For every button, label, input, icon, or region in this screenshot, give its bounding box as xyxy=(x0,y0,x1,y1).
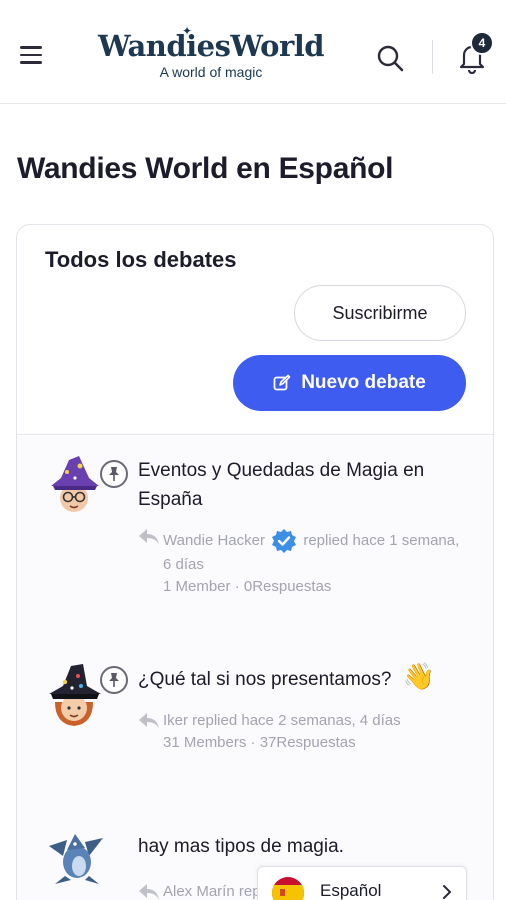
subscribe-button[interactable]: Suscribirme xyxy=(294,285,466,341)
wizard-dark-avatar[interactable] xyxy=(45,664,103,726)
new-discussion-button[interactable]: Nuevo debate xyxy=(233,355,466,411)
language-label: Español xyxy=(320,881,382,900)
new-discussion-label: Nuevo debate xyxy=(301,372,426,393)
replied-text: Iker replied hace 2 semanas, 4 días xyxy=(163,712,401,729)
reply-icon xyxy=(137,527,161,547)
spain-flag-icon xyxy=(272,877,304,900)
site-logo[interactable]: ✦ WandiesWorld A world of magic xyxy=(88,24,334,80)
reply-icon xyxy=(137,711,161,731)
wizard-purple-avatar[interactable] xyxy=(45,456,103,514)
discussion-counts: 31 Members · 37Respuestas xyxy=(163,734,356,751)
menu-icon[interactable] xyxy=(20,46,44,66)
discussions-card: Todos los debates Suscribirme Nuevo deba… xyxy=(16,224,494,900)
waving-hand-emoji: 👋 xyxy=(402,661,436,691)
language-selector[interactable]: Español xyxy=(257,866,467,900)
discussion-title[interactable]: Eventos y Quedadas de Magia en España xyxy=(138,456,468,514)
chevron-right-icon xyxy=(440,884,454,900)
pin-icon xyxy=(100,460,128,488)
author-name[interactable]: Wandie Hacker xyxy=(163,532,265,549)
edit-icon xyxy=(273,374,291,391)
discussion-list: Eventos y Quedadas de Magia en España Wa… xyxy=(17,436,493,900)
discussion-title-text: ¿Qué tal si nos presentamos? xyxy=(138,669,392,690)
verified-badge-icon xyxy=(272,529,297,553)
page-title: Wandies World en Español xyxy=(17,152,394,185)
logo-star-icon: ✦ xyxy=(182,24,193,38)
discussion-counts: 1 Member · 0Respuestas xyxy=(163,578,332,595)
discussion-title[interactable]: ¿Qué tal si nos presentamos? 👋 xyxy=(138,662,468,694)
dragon-avatar[interactable] xyxy=(45,826,103,884)
search-icon[interactable] xyxy=(376,44,404,72)
discussion-title[interactable]: hay mas tipos de magia. xyxy=(138,832,468,861)
discussion-meta: Wandie Hacker replied hace 1 semana, 6 d… xyxy=(163,528,463,598)
pin-icon xyxy=(100,666,128,694)
reply-icon xyxy=(137,882,161,900)
card-header: Todos los debates Suscribirme Nuevo deba… xyxy=(17,225,493,435)
card-title: Todos los debates xyxy=(45,247,237,272)
header-divider xyxy=(432,40,433,74)
logo-title: WandiesWorld xyxy=(97,29,325,63)
notification-badge: 4 xyxy=(470,31,494,55)
discussion-meta: Iker replied hace 2 semanas, 4 días 31 M… xyxy=(163,710,463,754)
logo-subtitle: A world of magic xyxy=(159,64,263,80)
top-bar: ✦ WandiesWorld A world of magic 4 xyxy=(0,0,506,104)
